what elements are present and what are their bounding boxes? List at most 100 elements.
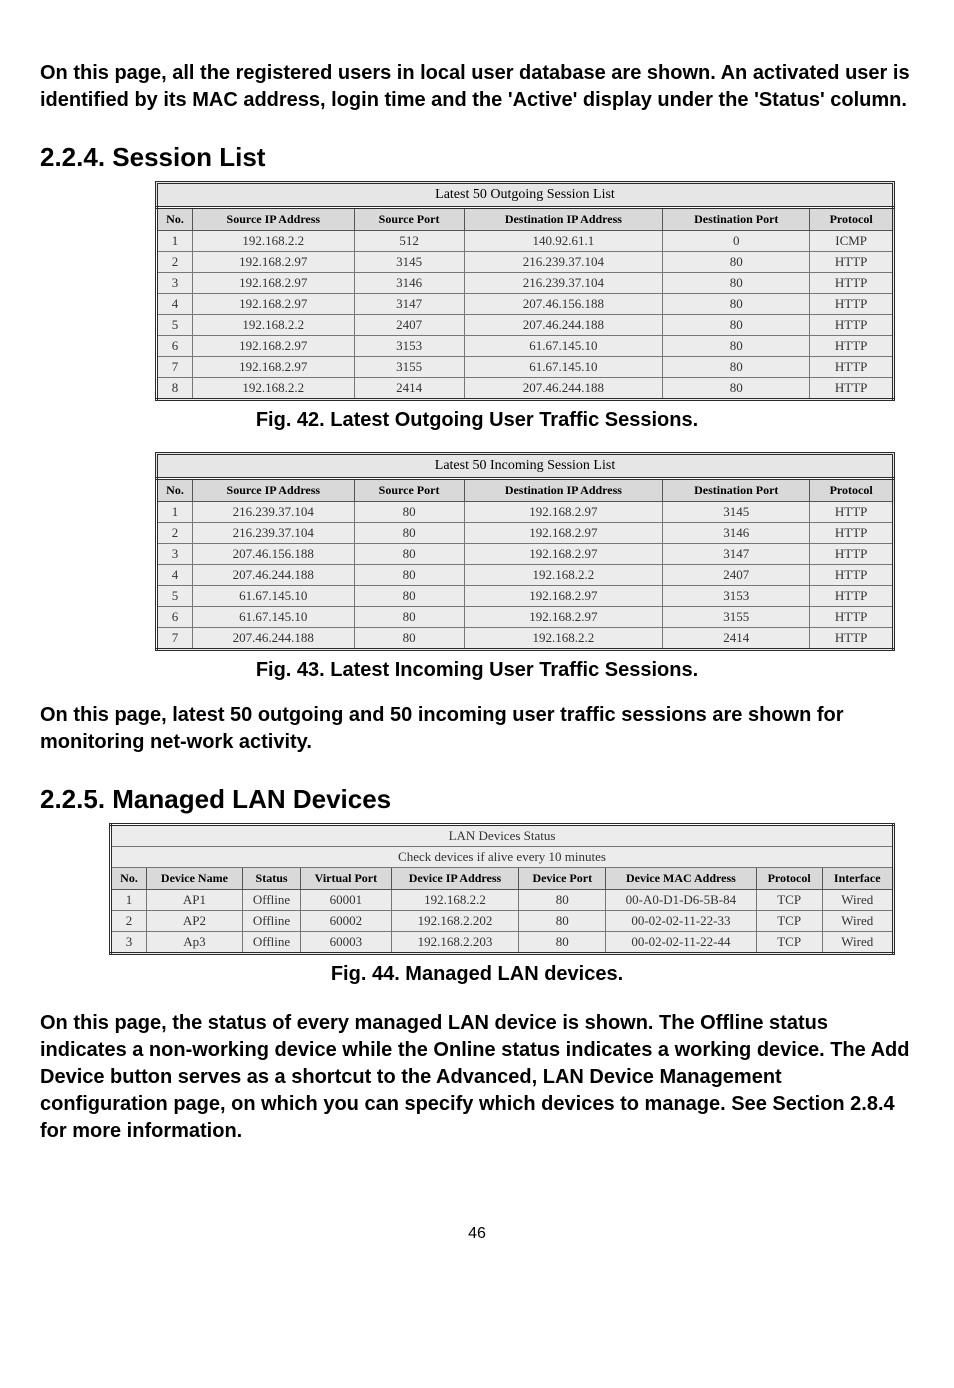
lan-paragraph: On this page, the status of every manage… [40,1010,914,1145]
table-cell: HTTP [810,523,894,544]
table-cell: 192.168.2.97 [464,586,663,607]
table-cell: 1 [111,890,147,911]
table-cell: 207.46.244.188 [464,315,663,336]
table-row: 2192.168.2.973145216.239.37.10480HTTP [157,252,894,273]
table-cell: HTTP [810,378,894,400]
table-cell: TCP [756,890,822,911]
figure-42: Latest 50 Outgoing Session List No.Sourc… [155,181,895,401]
table-row: 561.67.145.1080192.168.2.973153HTTP [157,586,894,607]
column-header: Device IP Address [391,868,519,890]
column-header: Device MAC Address [606,868,757,890]
table-row: 5192.168.2.22407207.46.244.18880HTTP [157,315,894,336]
table-cell: 192.168.2.97 [193,273,355,294]
column-header: No. [157,479,193,502]
column-header: Destination Port [663,208,810,231]
table-cell: 60003 [301,932,391,954]
table-cell: 4 [157,294,193,315]
lan-para-b: button serves as a shortcut to the Advan… [40,1066,895,1142]
table-cell: 80 [354,586,464,607]
table-cell: 192.168.2.97 [464,502,663,523]
table-cell: Wired [822,911,894,932]
table-cell: HTTP [810,336,894,357]
column-header: Virtual Port [301,868,391,890]
table-cell: 192.168.2.97 [464,523,663,544]
table-cell: 192.168.2.203 [391,932,519,954]
table-cell: 192.168.2.97 [193,294,355,315]
column-header: Device Port [519,868,606,890]
incoming-table-title: Latest 50 Incoming Session List [155,452,895,477]
table-cell: HTTP [810,607,894,628]
sessions-paragraph: On this page, latest 50 outgoing and 50 … [40,702,914,756]
table-cell: 3146 [663,523,810,544]
table-cell: 61.67.145.10 [464,336,663,357]
table-cell: 80 [663,357,810,378]
table-row: 3207.46.156.18880192.168.2.973147HTTP [157,544,894,565]
table-cell: 207.46.244.188 [193,565,355,586]
table-cell: 216.239.37.104 [193,523,355,544]
heading-managed-lan: 2.2.5. Managed LAN Devices [40,784,914,815]
table-cell: 2414 [663,628,810,650]
table-cell: ICMP [810,231,894,252]
table-cell: HTTP [810,315,894,336]
column-header: Protocol [810,208,894,231]
table-cell: 0 [663,231,810,252]
table-cell: 192.168.2.97 [193,336,355,357]
table-cell: HTTP [810,357,894,378]
figure-43: Latest 50 Incoming Session List No. Sourc… [155,452,895,651]
table-row: 6192.168.2.97315361.67.145.1080HTTP [157,336,894,357]
table-cell: 512 [354,231,464,252]
table-cell: 192.168.2.2 [193,378,355,400]
table-cell: 2 [157,252,193,273]
table-cell: TCP [756,932,822,954]
table-cell: 3155 [663,607,810,628]
table-cell: 7 [157,357,193,378]
figure-42-caption: Fig. 42. Latest Outgoing User Traffic Se… [40,409,914,432]
lan-devices-table: LAN Devices Status Check devices if aliv… [109,823,895,955]
table-cell: 00-02-02-11-22-33 [606,911,757,932]
table-cell: HTTP [810,586,894,607]
table-cell: 61.67.145.10 [193,607,355,628]
figure-44-caption: Fig. 44. Managed LAN devices. [40,963,914,986]
table-cell: 207.46.156.188 [464,294,663,315]
table-cell: Offline [242,911,300,932]
table-cell: 216.239.37.104 [464,252,663,273]
table-cell: 3145 [663,502,810,523]
table-row: 1216.239.37.10480192.168.2.973145HTTP [157,502,894,523]
table-cell: 4 [157,565,193,586]
column-header: Source Port [354,479,464,502]
table-cell: 216.239.37.104 [464,273,663,294]
outgoing-table-title: Latest 50 Outgoing Session List [155,181,895,206]
table-cell: 80 [354,565,464,586]
table-row: 7192.168.2.97315561.67.145.1080HTTP [157,357,894,378]
table-cell: 2414 [354,378,464,400]
table-cell: HTTP [810,565,894,586]
table-cell: AP2 [147,911,243,932]
table-row: 2216.239.37.10480192.168.2.973146HTTP [157,523,894,544]
table-cell: 61.67.145.10 [193,586,355,607]
table-cell: 192.168.2.97 [464,544,663,565]
table-cell: 1 [157,231,193,252]
table-cell: 192.168.2.97 [464,607,663,628]
table-cell: 80 [663,273,810,294]
table-cell: 2407 [663,565,810,586]
figure-43-caption: Fig. 43. Latest Incoming User Traffic Se… [40,659,914,682]
table-cell: 60001 [301,890,391,911]
table-row: 2AP2Offline60002192.168.2.2028000-02-02-… [111,911,894,932]
column-header: Interface [822,868,894,890]
table-row: 661.67.145.1080192.168.2.973155HTTP [157,607,894,628]
table-cell: 192.168.2.2 [391,890,519,911]
table-cell: 207.46.156.188 [193,544,355,565]
column-header: Status [242,868,300,890]
table-row: 1AP1Offline60001192.168.2.28000-A0-D1-D6… [111,890,894,911]
column-header: Source IP Address [193,208,355,231]
table-cell: 1 [157,502,193,523]
column-header: Destination Port [663,479,810,502]
table-cell: Wired [822,932,894,954]
table-cell: 80 [663,252,810,273]
table-cell: 3145 [354,252,464,273]
lan-check-text: Check devices if alive every 10 minutes [111,847,894,868]
table-cell: 80 [519,890,606,911]
outgoing-session-table: Latest 50 Outgoing Session List No.Sourc… [155,181,895,401]
table-cell: 216.239.37.104 [193,502,355,523]
table-cell: HTTP [810,502,894,523]
